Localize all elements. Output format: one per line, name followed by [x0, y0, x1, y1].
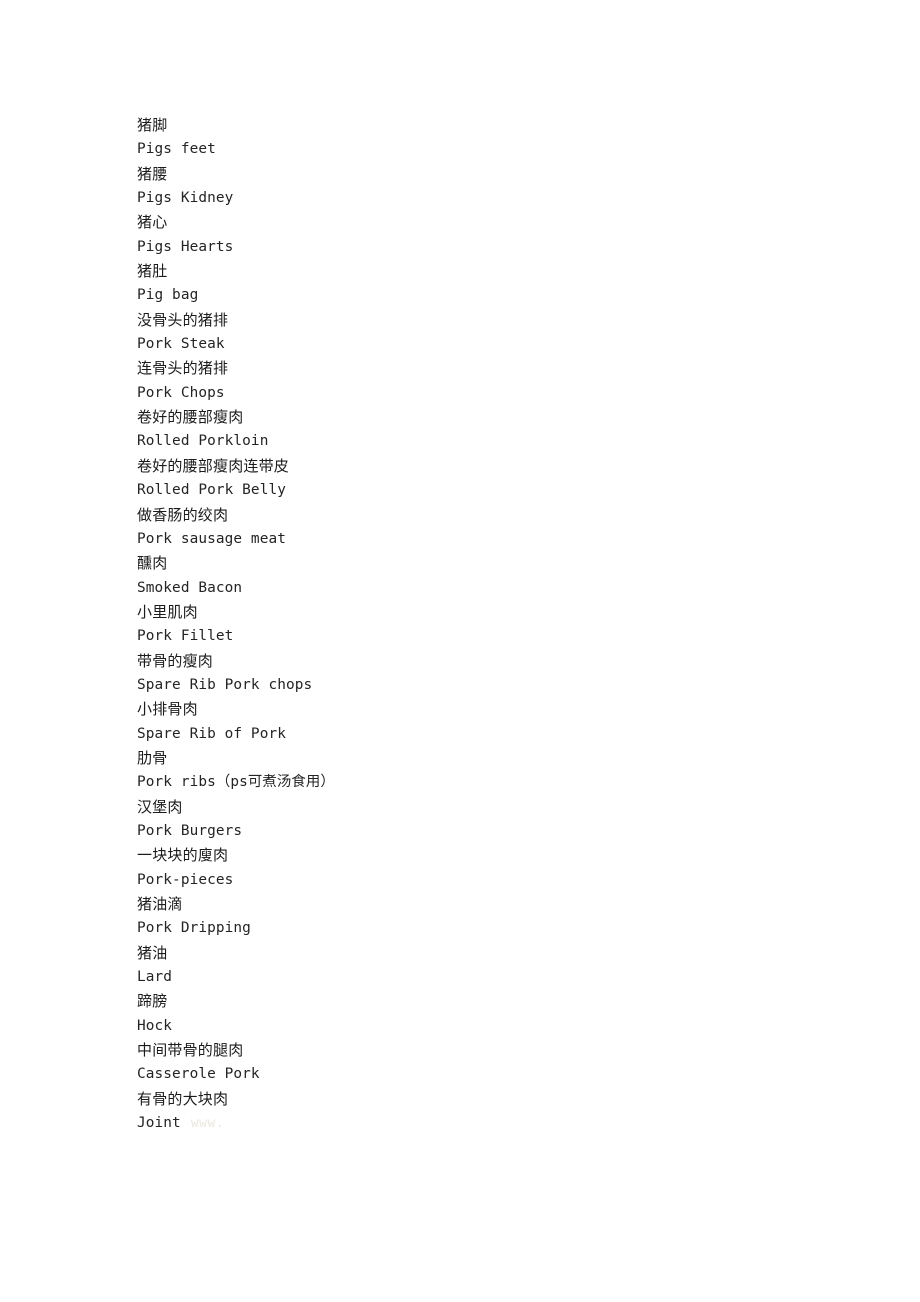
glossary-term-en-text: Casserole Pork — [137, 1066, 260, 1083]
glossary-term-en: Pig bag — [137, 283, 817, 307]
glossary-term-en: Pigs Hearts — [137, 235, 817, 259]
glossary-term-zh: 小里肌肉 — [137, 602, 198, 621]
glossary-list: 猪脚 Pigs feet 猪腰 Pigs Kidney 猪心 Pigs Hearts 猪肚 P… — [137, 113, 817, 1135]
glossary-term-en: Joint www. — [137, 1111, 817, 1135]
glossary-term-zh: 卷好的腰部瘦肉 — [137, 408, 244, 427]
glossary-term-en-text: Pork Steak — [137, 336, 225, 353]
watermark-text: www. — [190, 1116, 225, 1132]
glossary-term-zh: 猪油 — [137, 943, 168, 962]
glossary-term-en-text: Pork ribs（ps可煮汤食用） — [137, 774, 335, 791]
glossary-term-en-text: Pork Fillet — [137, 628, 234, 645]
glossary-term-en: Pork sausage meat — [137, 527, 817, 551]
glossary-term-zh: 猪脚 — [137, 116, 168, 134]
glossary-term-zh: 一块块的廋肉 — [137, 846, 229, 865]
glossary-term-en: Casserole Pork — [137, 1062, 817, 1086]
glossary-term-zh: 卷好的腰部瘦肉连带皮 — [137, 456, 290, 475]
glossary-term-en: Rolled Porkloin — [137, 429, 817, 453]
glossary-term-en-text: Rolled Porkloin — [137, 433, 269, 450]
glossary-term-zh: 猪肚 — [137, 262, 168, 281]
glossary-term-en: Rolled Pork Belly — [137, 478, 817, 502]
glossary-term-en-text: Pig bag — [137, 287, 199, 304]
glossary-term-en: Pork Burgers — [137, 819, 817, 843]
glossary-term-zh: 小排骨肉 — [137, 700, 198, 719]
glossary-term-zh: 连骨头的猪排 — [137, 359, 229, 378]
glossary-term-en: Pigs Kidney — [137, 186, 817, 210]
glossary-term-en-text: Pigs Kidney — [137, 190, 234, 207]
glossary-term-en: Pork Chops — [137, 381, 817, 405]
glossary-term-en-text: Joint — [137, 1115, 181, 1132]
glossary-term-en: Pork Dripping — [137, 916, 817, 940]
glossary-term-en-text: Spare Rib Pork chops — [137, 676, 313, 693]
glossary-term-zh: 蹄膀 — [137, 992, 168, 1011]
glossary-term-en-text: Spare Rib of Pork — [137, 725, 286, 742]
glossary-term-en: Lard — [137, 965, 817, 989]
glossary-term-en-text: Hock — [137, 1017, 173, 1034]
glossary-term-en: Spare Rib of Pork — [137, 722, 817, 746]
document-text-body: 猪脚 Pigs feet 猪腰 Pigs Kidney 猪心 Pigs Hearts 猪肚 P… — [137, 113, 817, 1135]
glossary-term-zh: 中间带骨的腿肉 — [137, 1041, 244, 1060]
glossary-term-en: Pigs feet — [137, 137, 817, 161]
glossary-term-zh: 猪油滴 — [137, 895, 183, 913]
glossary-term-en: Spare Rib Pork chops — [137, 673, 817, 697]
glossary-term-en: Pork Fillet — [137, 624, 817, 648]
glossary-term-zh: 带骨的瘦肉 — [137, 651, 214, 670]
document-page: 猪脚 Pigs feet 猪腰 Pigs Kidney 猪心 Pigs Hearts 猪肚 P… — [0, 0, 920, 1302]
glossary-term-en-text: Pork-pieces — [137, 871, 234, 888]
glossary-term-en-text: Lard — [137, 969, 173, 986]
glossary-term-zh: 醺肉 — [137, 554, 168, 573]
glossary-term-en-text: Rolled Pork Belly — [137, 482, 286, 499]
glossary-term-en-text: Pork Burgers — [137, 822, 243, 839]
glossary-term-en-text: Pork Dripping — [137, 920, 251, 937]
glossary-term-en-text: Pork Chops — [137, 384, 225, 401]
glossary-term-zh: 没骨头的猪排 — [137, 310, 229, 329]
glossary-term-en: Pork Steak — [137, 332, 817, 356]
glossary-term-en-text: Pork sausage meat — [137, 530, 286, 547]
glossary-term-en: Pork-pieces — [137, 868, 817, 892]
glossary-term-zh: 做香肠的绞肉 — [137, 505, 229, 524]
glossary-term-en-text: Pigs Hearts — [137, 238, 234, 255]
glossary-term-zh: 猪心 — [137, 213, 168, 232]
glossary-term-en: Smoked Bacon — [137, 576, 817, 600]
glossary-term-zh: 汉堡肉 — [137, 797, 183, 816]
glossary-term-en: Pork ribs（ps可煮汤食用） — [137, 770, 817, 794]
glossary-term-en-text: Pigs feet — [137, 141, 216, 158]
glossary-term-zh: 有骨的大块肉 — [137, 1089, 229, 1108]
glossary-term-zh: 猪腰 — [137, 164, 168, 183]
glossary-term-zh: 肋骨 — [137, 748, 168, 767]
glossary-term-en-text: Smoked Bacon — [137, 579, 243, 596]
glossary-term-en: Hock — [137, 1014, 817, 1038]
